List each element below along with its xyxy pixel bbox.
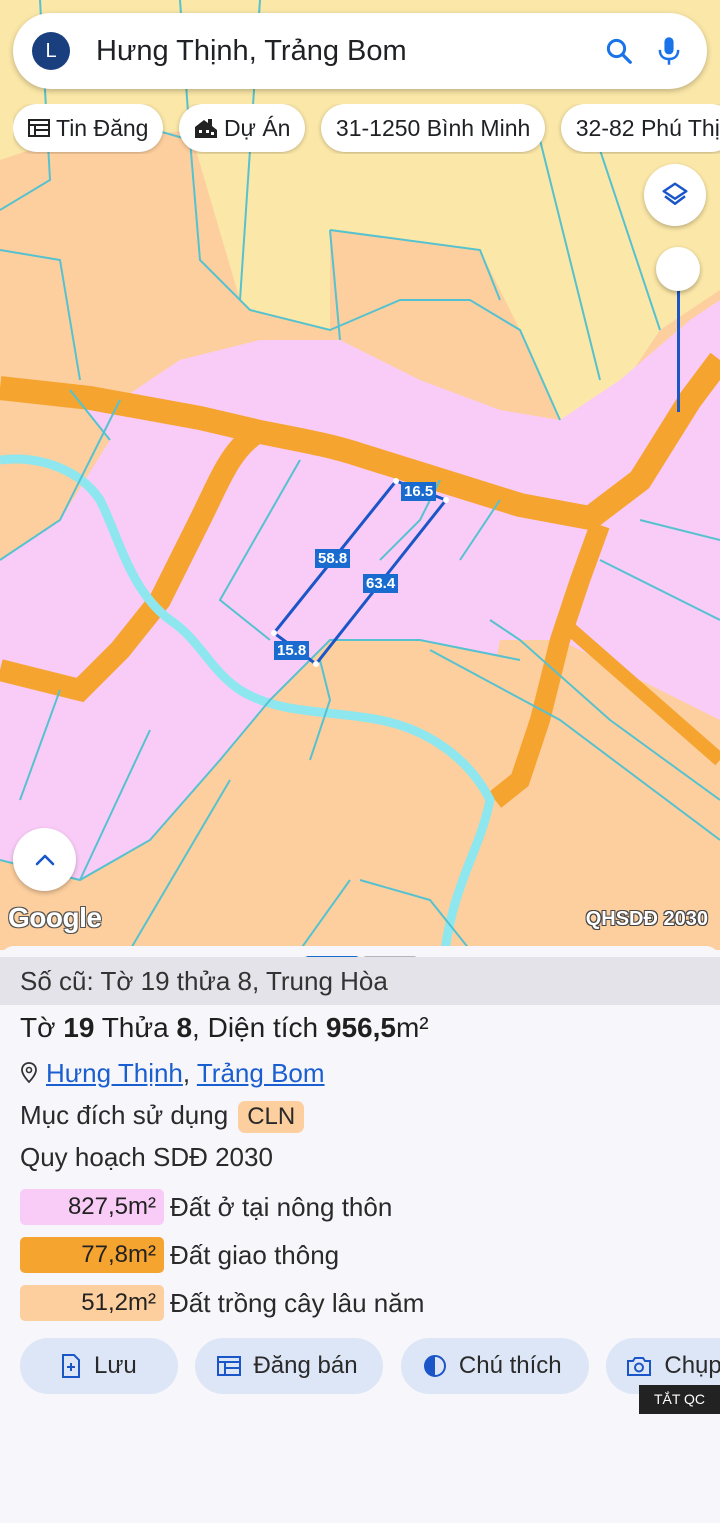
usage-row: Mục đích sử dụng CLN: [20, 1100, 305, 1133]
chip-label: Tin Đăng: [56, 114, 149, 141]
plan-label: Quy hoạch SDĐ 2030: [20, 1142, 273, 1172]
save-button[interactable]: Lưu: [20, 1338, 178, 1394]
action-bar: Lưu Đăng bán Chú thích Chụp: [20, 1338, 720, 1396]
area-row-perennial: 51,2m² Đất trồng cây lâu năm: [20, 1285, 424, 1321]
chip-area-1[interactable]: 31-1250 Bình Minh: [320, 104, 546, 152]
area-label: Đất giao thông: [170, 1239, 340, 1270]
chevron-up-icon: [35, 854, 54, 865]
search-bar[interactable]: L Hưng Thịnh, Trảng Bom: [13, 13, 707, 89]
microphone-icon[interactable]: [651, 33, 687, 69]
search-icon[interactable]: [601, 33, 637, 69]
district-link[interactable]: Trảng Bom: [197, 1058, 325, 1088]
measure-label-bottom: 15.8: [274, 641, 310, 660]
chip-label: 32-82 Phú Thị: [575, 114, 720, 141]
parcel-title: Tờ 19 Thửa 8, Diện tích 956,5m²: [20, 1012, 429, 1043]
camera-icon: [627, 1357, 652, 1376]
filter-chips: Tin Đăng Dự Án 31-1250 Bình Minh 32-82 P…: [13, 104, 720, 154]
layer-label: QHSDĐ 2030: [585, 908, 708, 930]
layers-icon: [662, 182, 688, 205]
area-value: 77,8m²: [20, 1237, 164, 1273]
building-icon: [194, 119, 217, 138]
save-icon: [62, 1354, 80, 1378]
expand-button[interactable]: [13, 828, 76, 891]
measure-label-left: 58.8: [315, 549, 351, 568]
opacity-slider-thumb[interactable]: [656, 247, 700, 291]
measure-label-top: 16.5: [401, 482, 437, 501]
chip-area-2[interactable]: 32-82 Phú Thị: [560, 104, 720, 152]
area-label: Đất ở tại nông thôn: [170, 1191, 393, 1222]
measure-label-right: 63.4: [363, 574, 399, 593]
area-row-residential: 827,5m² Đất ở tại nông thôn: [20, 1189, 392, 1225]
chip-label: 31-1250 Bình Minh: [335, 114, 531, 141]
parcel-location: Hưng Thịnh, Trảng Bom: [20, 1058, 325, 1089]
parcel-info-sheet[interactable]: Số cũ: Tờ 19 thửa 8, Trung Hòa Tờ 19 Thử…: [0, 946, 720, 1523]
chip-label: Dự Án: [223, 114, 291, 141]
google-logo: Google: [8, 902, 102, 933]
avatar[interactable]: L: [32, 32, 70, 70]
area-value: 827,5m²: [20, 1189, 164, 1225]
area-value: 51,2m²: [20, 1285, 164, 1321]
layers-button[interactable]: [644, 164, 706, 226]
commune-link[interactable]: Hưng Thịnh: [46, 1058, 183, 1088]
legend-icon: [423, 1355, 446, 1377]
chip-projects[interactable]: Dự Án: [178, 104, 306, 152]
legend-button[interactable]: Chú thích: [400, 1338, 589, 1394]
search-input[interactable]: Hưng Thịnh, Trảng Bom: [96, 35, 601, 68]
chip-listings[interactable]: Tin Đăng: [13, 104, 164, 152]
usage-code-badge: CLN: [238, 1101, 305, 1133]
listing-icon: [28, 119, 50, 137]
old-parcel-info: Số cũ: Tờ 19 thửa 8, Trung Hòa: [0, 957, 720, 1005]
area-row-traffic: 77,8m² Đất giao thông: [20, 1237, 339, 1273]
post-icon: [217, 1356, 242, 1376]
opacity-slider-track[interactable]: [677, 270, 680, 412]
location-pin-icon: [21, 1062, 37, 1084]
disable-ads-button[interactable]: TẮT QC: [639, 1385, 720, 1414]
area-label: Đất trồng cây lâu năm: [170, 1287, 425, 1318]
post-sale-button[interactable]: Đăng bán: [195, 1338, 384, 1394]
